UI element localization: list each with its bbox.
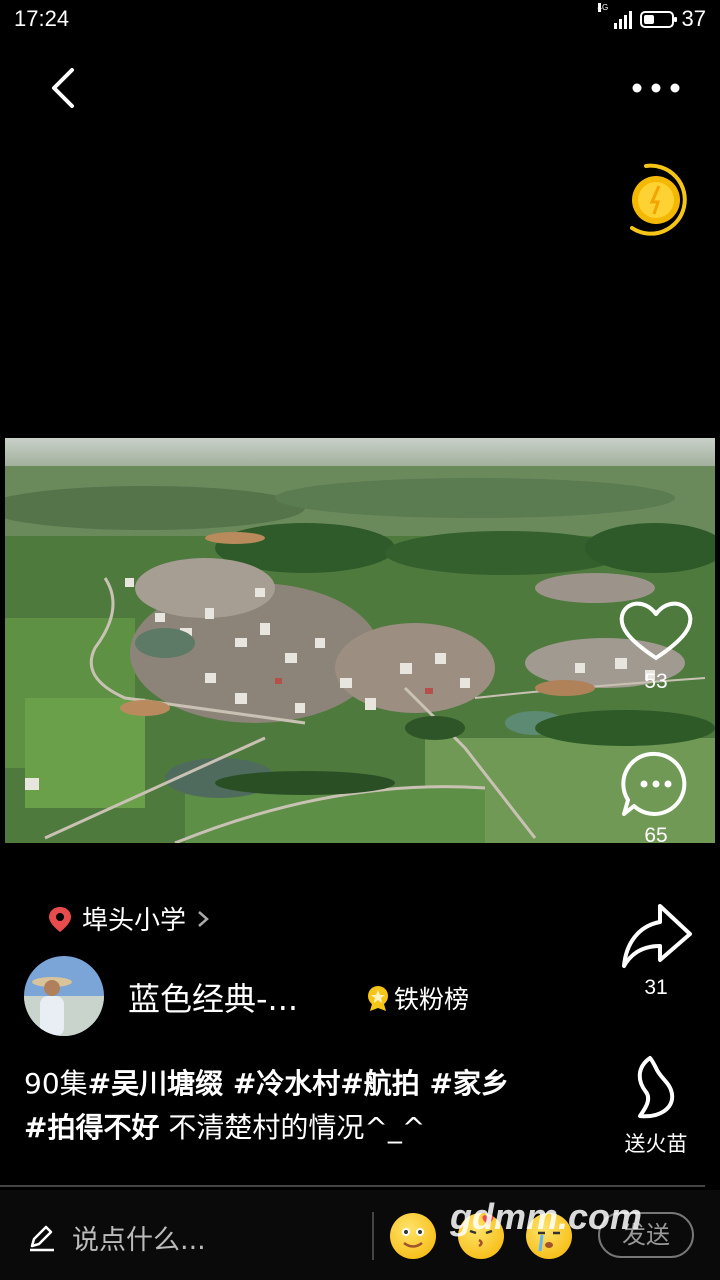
fan-rank-badge[interactable]: 铁粉榜: [366, 980, 469, 1016]
aerial-village-image: [5, 438, 715, 843]
divider: [0, 1185, 705, 1187]
watermark: gdmm.com: [450, 1196, 643, 1237]
caption-hashtags-1[interactable]: #吴川塘缀 #冷水村#航拍 #家乡: [88, 1067, 509, 1100]
avatar[interactable]: [24, 956, 104, 1036]
battery-icon: [639, 10, 677, 28]
caption-episode: 90集: [24, 1067, 88, 1100]
comment-bubble-icon: [621, 751, 687, 816]
location-tag[interactable]: 埠头小学: [48, 900, 210, 937]
heart-icon: [619, 601, 693, 660]
video-frame[interactable]: [5, 438, 715, 843]
caption-text: 不清楚村的情况^_^: [159, 1111, 426, 1144]
share-button[interactable]: 31: [616, 900, 696, 1008]
location-name: 埠头小学: [82, 906, 187, 936]
back-button[interactable]: [44, 66, 84, 110]
status-icons: 4G 37: [597, 3, 706, 32]
smile-emoji-icon[interactable]: [390, 1213, 436, 1259]
separator: [372, 1212, 374, 1260]
share-arrow-icon: [622, 904, 692, 968]
comment-count: 65: [644, 824, 668, 847]
battery-level: 37: [681, 6, 706, 31]
fan-rank-label: 铁粉榜: [394, 985, 470, 1014]
like-count: 53: [644, 670, 668, 693]
signal-icon: 4G: [597, 3, 632, 29]
comment-placeholder: 说点什么...: [72, 1225, 206, 1256]
pencil-icon: [30, 1225, 54, 1251]
comment-button[interactable]: 65: [616, 748, 696, 856]
medal-icon: [368, 986, 388, 1011]
more-button[interactable]: [630, 78, 682, 98]
location-pin-icon: [49, 906, 71, 932]
coin-reward-button[interactable]: [626, 158, 696, 242]
chevron-right-icon: [198, 910, 209, 927]
username[interactable]: 蓝色经典-...: [128, 974, 298, 1020]
share-count: 31: [644, 976, 668, 999]
avatar-image: [24, 956, 104, 1036]
caption-hashtags-2[interactable]: #拍得不好: [24, 1111, 159, 1144]
post-caption: 90集#吴川塘缀 #冷水村#航拍 #家乡 #拍得不好 不清楚村的情况^_^: [24, 1062, 594, 1150]
back-arrow-icon: [52, 68, 74, 108]
gift-flame-button[interactable]: 送火苗: [616, 1052, 696, 1162]
comment-input[interactable]: 说点什么...: [28, 1218, 206, 1257]
like-button[interactable]: 53: [616, 596, 696, 702]
more-dots-icon: [632, 83, 680, 93]
coin-icon: [630, 163, 687, 236]
network-type: 4G: [597, 3, 609, 12]
flame-seedling-icon: [637, 1056, 675, 1119]
status-time: 17:24: [14, 6, 70, 31]
gift-label: 送火苗: [624, 1132, 688, 1156]
